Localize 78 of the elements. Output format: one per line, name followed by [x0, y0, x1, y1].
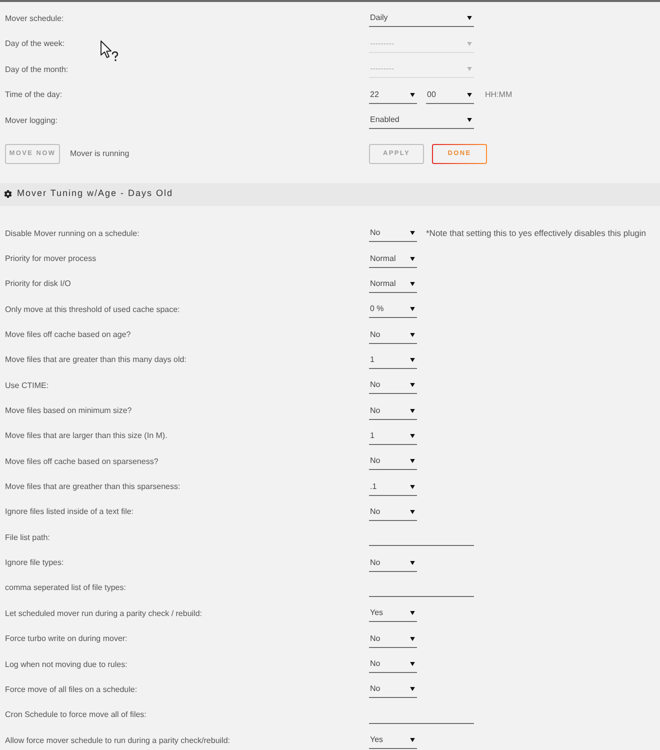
- caret-icon: [410, 611, 415, 616]
- dropdown[interactable]: No: [369, 656, 417, 674]
- caret-icon: [410, 408, 415, 413]
- caret-icon: [410, 256, 415, 261]
- caret-icon: [467, 118, 472, 122]
- gear-icon: [4, 190, 12, 198]
- field-label: Cron Schedule to force move all of files:: [5, 710, 146, 720]
- dropdown[interactable]: 0 %: [369, 301, 417, 318]
- dropdown[interactable]: No: [369, 554, 417, 572]
- section-title: Mover Tuning w/Age - Days Old: [17, 187, 174, 200]
- dropdown[interactable]: No: [369, 681, 417, 698]
- field-label: Move files that are greater than this many days old:: [5, 355, 186, 364]
- field-label: Time of the day:: [5, 90, 62, 100]
- dropdown[interactable]: No: [369, 377, 417, 394]
- dropdown[interactable]: No: [369, 402, 417, 420]
- caret-icon: [410, 738, 415, 742]
- dropdown[interactable]: No: [369, 504, 417, 521]
- dropdown[interactable]: 22: [369, 86, 417, 104]
- dropdown[interactable]: Enabled: [369, 112, 474, 130]
- field-label: Day of the week:: [5, 39, 65, 48]
- field-label: Only move at this threshold of used cache space:: [5, 304, 180, 314]
- field-label: Move files that are greather than this sparseness:: [5, 482, 180, 492]
- caret-icon: [467, 92, 472, 97]
- mover-status-text: Mover is running: [70, 148, 130, 160]
- note-text: *Note that setting this to yes effectively disables this plugin: [426, 227, 646, 240]
- field-label: Mover schedule:: [5, 14, 64, 23]
- caret-icon: [410, 560, 415, 565]
- field-label: Day of the month:: [5, 64, 68, 74]
- field-label: Let scheduled mover run during a parity check / rebuild:: [5, 608, 202, 618]
- caret-icon: [410, 332, 415, 337]
- help-cursor-icon: [100, 40, 120, 62]
- field-label: Ignore file types:: [5, 558, 64, 568]
- caret-icon: [410, 484, 415, 489]
- caret-icon: [467, 42, 472, 46]
- caret-icon: [410, 282, 415, 286]
- caret-icon: [410, 307, 415, 312]
- dropdown[interactable]: .1: [369, 478, 417, 496]
- dropdown[interactable]: No: [369, 453, 417, 470]
- time-format-hint: HH:MM: [485, 89, 512, 102]
- caret-icon: [410, 510, 415, 514]
- dropdown[interactable]: 1: [369, 428, 417, 445]
- caret-icon: [467, 67, 472, 72]
- field-label: Mover logging:: [5, 116, 58, 125]
- field-label: Allow force mover schedule to run during a parity check/rebuild:: [5, 736, 230, 745]
- dropdown[interactable]: 00: [426, 86, 474, 104]
- dropdown[interactable]: No: [369, 326, 417, 344]
- field-label: Disable Mover running on a schedule:: [5, 228, 140, 238]
- caret-icon: [410, 662, 415, 666]
- caret-icon: [410, 231, 415, 236]
- field-label: Use CTIME:: [5, 380, 49, 390]
- dropdown[interactable]: No: [369, 225, 417, 242]
- dropdown[interactable]: Normal: [369, 250, 417, 268]
- caret-icon: [410, 92, 415, 97]
- dropdown[interactable]: 1: [369, 352, 417, 369]
- dropdown[interactable]: Normal: [369, 276, 417, 293]
- field-label: Log when not moving due to rules:: [5, 660, 128, 669]
- field-label: Priority for disk I/O: [5, 279, 71, 288]
- field-label: Move files off cache based on age?: [5, 330, 131, 340]
- caret-icon: [410, 636, 415, 641]
- dropdown[interactable]: Daily: [369, 10, 474, 28]
- field-label: Force turbo write on during mover:: [5, 634, 128, 644]
- field-label: comma seperated list of file types:: [5, 583, 126, 592]
- field-label: Ignore files listed inside of a text file:: [5, 507, 134, 516]
- field-label: Move files off cache based on sparseness?: [5, 456, 158, 466]
- caret-icon: [410, 358, 415, 362]
- field-label: Move files that are larger than this size (In M).: [5, 431, 168, 440]
- caret-icon: [410, 459, 415, 464]
- field-label: Move files based on minimum size?: [5, 406, 132, 416]
- dropdown[interactable]: Yes: [369, 732, 417, 750]
- field-label: Priority for mover process: [5, 254, 96, 264]
- field-label: File list path:: [5, 532, 50, 542]
- field-label: Force move of all files on a schedule:: [5, 684, 138, 694]
- caret-icon: [410, 434, 415, 438]
- dropdown[interactable]: No: [369, 630, 417, 648]
- caret-icon: [410, 687, 415, 692]
- caret-icon: [467, 16, 472, 20]
- dropdown[interactable]: Yes: [369, 605, 417, 622]
- caret-icon: [410, 383, 415, 388]
